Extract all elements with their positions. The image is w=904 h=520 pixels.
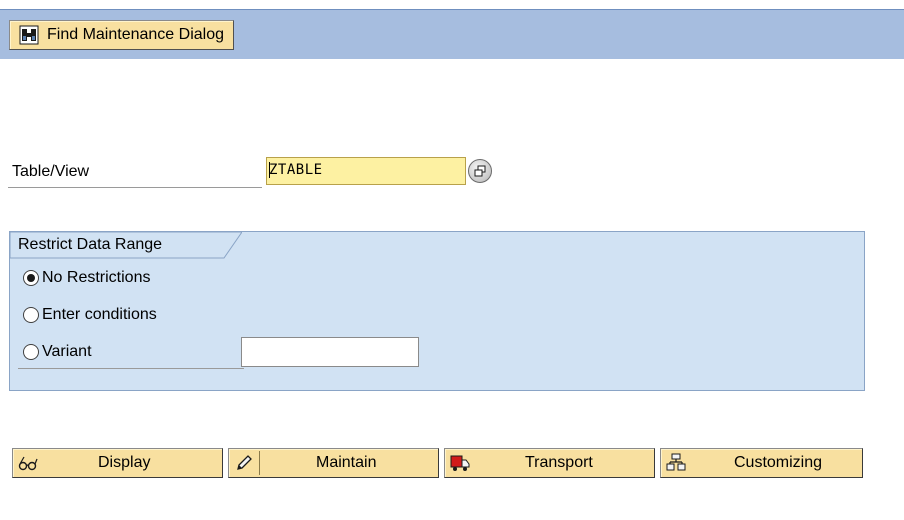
radio-label: No Restrictions <box>42 269 151 286</box>
table-view-label: Table/View <box>12 163 90 180</box>
display-label: Display <box>98 454 151 471</box>
group-title: Restrict Data Range <box>18 236 163 253</box>
label-underline <box>8 187 262 188</box>
radio-label: Enter conditions <box>42 306 157 323</box>
hierarchy-icon <box>666 453 686 473</box>
maintain-label: Maintain <box>316 454 377 471</box>
variant-input[interactable] <box>241 337 419 367</box>
table-view-value: ZTABLE <box>269 162 323 178</box>
customizing-label: Customizing <box>734 454 823 471</box>
find-maintenance-dialog-button[interactable]: Find Maintenance Dialog <box>9 20 234 50</box>
radio-selected-icon[interactable] <box>23 270 39 286</box>
application-toolbar: Find Maintenance Dialog <box>0 9 904 59</box>
radio-enter-conditions[interactable]: Enter conditions <box>23 306 157 324</box>
find-maintenance-dialog-screen: Find Maintenance Dialog Table/View ZTABL… <box>0 0 904 520</box>
radio-no-restrictions[interactable]: No Restrictions <box>23 269 150 287</box>
transport-button[interactable]: Transport <box>444 448 655 478</box>
find-maintenance-dialog-label: Find Maintenance Dialog <box>47 26 224 43</box>
restrict-data-range-group: Restrict Data Range No Restrictions Ente… <box>9 231 865 391</box>
binoculars-icon <box>19 25 39 45</box>
radio-unselected-icon[interactable] <box>23 307 39 323</box>
group-title-tab: Restrict Data Range <box>10 232 242 259</box>
value-help-icon[interactable] <box>468 159 492 183</box>
pencil-icon <box>234 453 254 473</box>
table-view-input[interactable]: ZTABLE <box>266 157 466 185</box>
radio-unselected-icon[interactable] <box>23 344 39 360</box>
transport-label: Transport <box>525 454 593 471</box>
radio-label: Variant <box>42 343 92 360</box>
radio-variant[interactable]: Variant <box>23 343 92 361</box>
glasses-icon <box>18 453 38 473</box>
truck-icon <box>450 453 470 473</box>
button-separator <box>259 451 260 475</box>
display-button[interactable]: Display <box>12 448 223 478</box>
maintain-button[interactable]: Maintain <box>228 448 439 478</box>
customizing-button[interactable]: Customizing <box>660 448 863 478</box>
variant-underline <box>18 368 244 369</box>
